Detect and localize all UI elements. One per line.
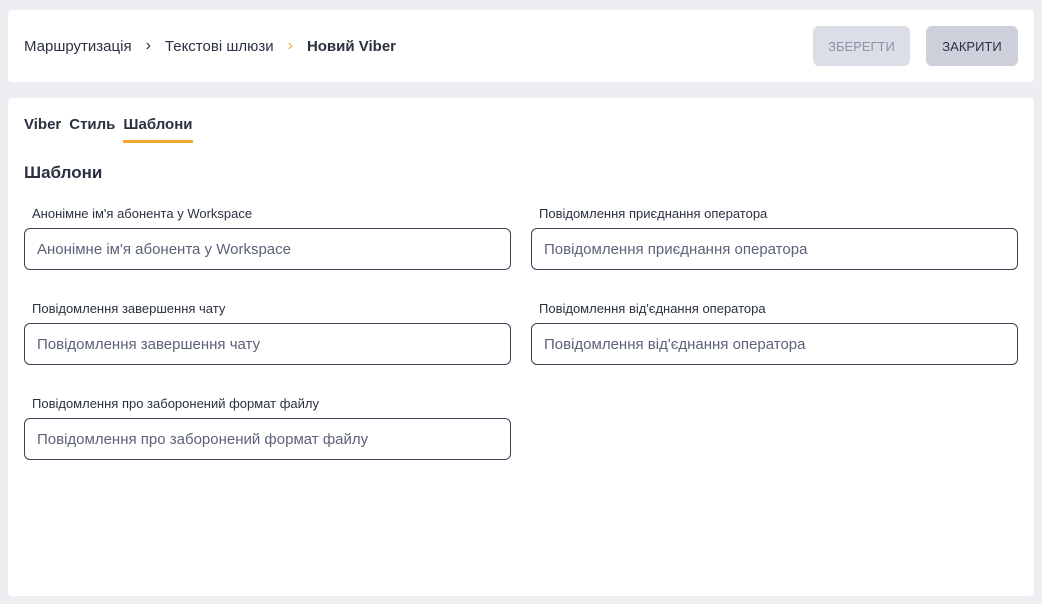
operator-disconnect-label: Повідомлення від'єднання оператора [539,301,766,316]
operator-join-input[interactable] [531,228,1018,270]
close-button[interactable]: ЗАКРИТИ [926,26,1018,66]
operator-join-label: Повідомлення приєднання оператора [539,206,768,221]
chat-end-field: Повідомлення завершення чату [24,301,511,365]
breadcrumb-item-routing[interactable]: Маршрутизація [24,38,132,55]
anonymous-name-label: Анонімне ім'я абонента у Workspace [32,206,253,221]
breadcrumb-item-text-gateways[interactable]: Текстові шлюзи [165,38,274,55]
operator-disconnect-input[interactable] [531,323,1018,365]
forbidden-file-format-input[interactable] [24,418,511,460]
tab-viber[interactable]: Viber [24,116,61,143]
anonymous-name-input[interactable] [24,228,511,270]
breadcrumb-current: Новий Viber [306,37,397,55]
section-title: Шаблони [24,163,103,182]
page-header: Маршрутизація › Текстові шлюзи › Новий V… [8,10,1034,82]
operator-disconnect-field: Повідомлення від'єднання оператора [531,301,1018,365]
forbidden-file-format-label: Повідомлення про заборонений формат файл… [32,396,319,411]
content-card: Viber Стиль Шаблони Шаблони Анонімне ім'… [8,98,1034,596]
operator-join-field: Повідомлення приєднання оператора [531,206,1018,270]
chevron-right-icon: › [145,37,151,54]
forbidden-file-format-field: Повідомлення про заборонений формат файл… [24,396,511,460]
chevron-right-icon: › [287,37,293,54]
save-button[interactable]: ЗБЕРЕГТИ [813,26,910,66]
chat-end-label: Повідомлення завершення чату [32,301,226,316]
tab-style[interactable]: Стиль [69,116,115,143]
breadcrumb: Маршрутизація › Текстові шлюзи › Новий V… [24,10,396,82]
tab-bar: Viber Стиль Шаблони [24,116,193,143]
tab-templates[interactable]: Шаблони [123,116,193,143]
anonymous-name-field: Анонімне ім'я абонента у Workspace [24,206,511,270]
chat-end-input[interactable] [24,323,511,365]
